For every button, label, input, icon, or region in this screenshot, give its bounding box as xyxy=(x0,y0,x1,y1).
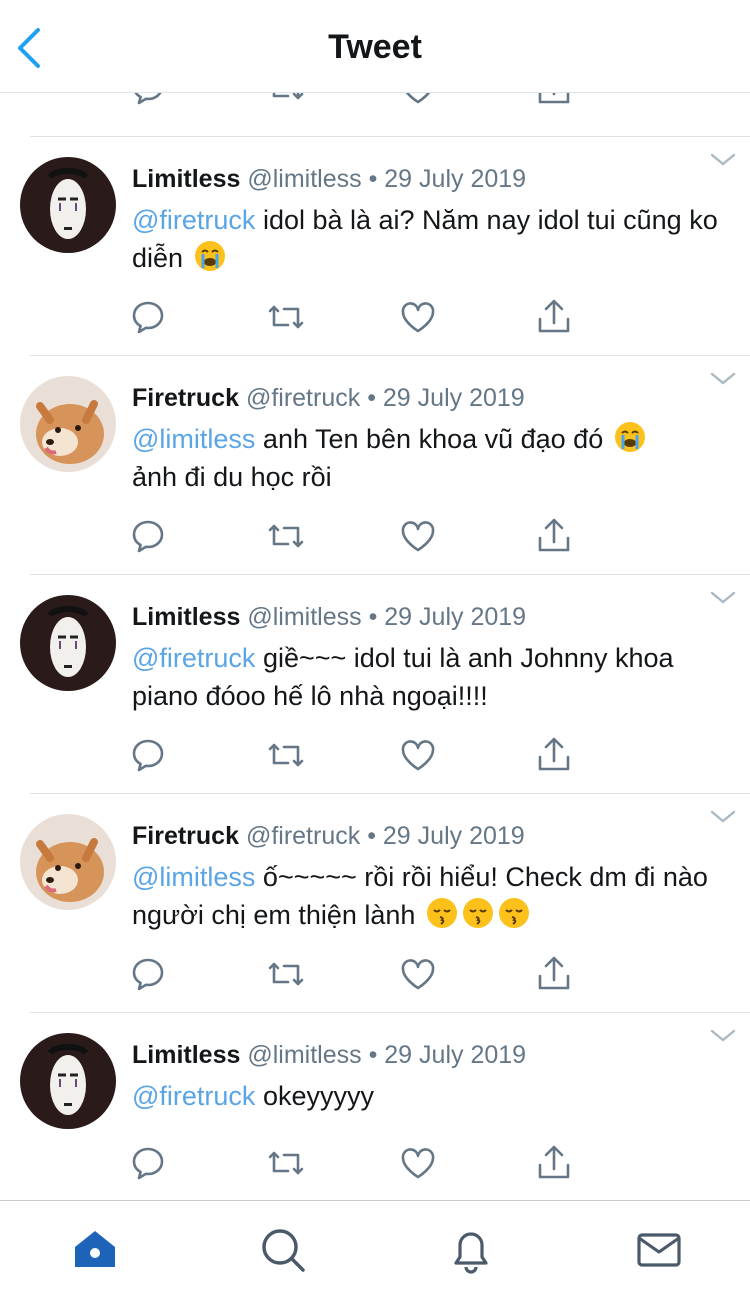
tweet-text: @limitless ố~~~~~ rồi rồi hiểu! Check dm… xyxy=(132,858,722,934)
like-icon[interactable] xyxy=(398,954,438,994)
page-title: Tweet xyxy=(328,28,422,66)
mention-link[interactable]: @limitless xyxy=(132,862,255,892)
bottom-tab-bar xyxy=(0,1200,750,1299)
search-icon[interactable] xyxy=(258,1225,308,1275)
reply-icon[interactable] xyxy=(128,297,168,337)
tweet-actions xyxy=(128,954,588,994)
chevron-down-icon[interactable] xyxy=(710,1029,736,1043)
retweet-icon[interactable] xyxy=(266,1143,306,1183)
tweet-text: @limitless anh Ten bên khoa vũ đạo đó ản… xyxy=(132,420,722,496)
tweet-actions xyxy=(128,297,588,337)
tweet-text: @firetruck idol bà là ai? Năm nay idol t… xyxy=(132,201,722,277)
author-handle[interactable]: @limitless xyxy=(247,1041,361,1069)
like-icon[interactable] xyxy=(398,735,438,775)
tweet-meta: Limitless @limitless • 29 July 2019 xyxy=(132,603,526,632)
tweet-meta: Limitless @limitless • 29 July 2019 xyxy=(132,1041,526,1070)
share-icon[interactable] xyxy=(534,1143,574,1183)
tweet-body-line2: ảnh đi du học rồi xyxy=(132,462,332,492)
reply-feed: Limitless @limitless • 29 July 2019 @fir… xyxy=(0,136,750,1201)
tweet-date: 29 July 2019 xyxy=(384,603,527,631)
chevron-down-icon[interactable] xyxy=(710,810,736,824)
author-name[interactable]: Limitless xyxy=(132,603,240,631)
mention-link[interactable]: @limitless xyxy=(132,424,255,454)
tweet-date: 29 July 2019 xyxy=(382,822,525,850)
mask-avatar[interactable] xyxy=(20,1033,116,1129)
tweet-date: 29 July 2019 xyxy=(384,165,527,193)
loudly-crying-face-icon xyxy=(614,422,645,452)
author-handle[interactable]: @firetruck xyxy=(246,384,360,412)
author-handle[interactable]: @limitless xyxy=(247,165,361,193)
separator-dot: • xyxy=(367,822,376,850)
tweet-actions xyxy=(128,1143,588,1183)
home-icon[interactable] xyxy=(70,1225,120,1275)
tweet[interactable]: Limitless @limitless • 29 July 2019 @fir… xyxy=(20,1012,750,1201)
tweet-meta: Limitless @limitless • 29 July 2019 xyxy=(132,165,526,194)
share-icon[interactable] xyxy=(534,735,574,775)
tweet-actions xyxy=(128,516,588,556)
chevron-down-icon[interactable] xyxy=(710,372,736,386)
separator-dot: • xyxy=(368,1041,378,1069)
separator-dot: • xyxy=(367,384,376,412)
like-icon[interactable] xyxy=(398,516,438,556)
like-icon[interactable] xyxy=(398,1143,438,1183)
dog-avatar[interactable] xyxy=(20,376,116,472)
kissing-face-icon xyxy=(498,898,529,928)
share-icon[interactable] xyxy=(534,516,574,556)
mask-avatar[interactable] xyxy=(20,157,116,253)
reply-icon[interactable] xyxy=(128,735,168,775)
bell-icon[interactable] xyxy=(446,1225,496,1275)
share-icon[interactable] xyxy=(534,297,574,337)
tweet[interactable]: Firetruck @firetruck • 29 July 2019 @lim… xyxy=(20,793,750,1012)
like-icon[interactable] xyxy=(398,297,438,337)
tweet-meta: Firetruck @firetruck • 29 July 2019 xyxy=(132,384,525,413)
retweet-icon[interactable] xyxy=(266,297,306,337)
tweet[interactable]: Limitless @limitless • 29 July 2019 @fir… xyxy=(20,136,750,355)
loudly-crying-face-icon xyxy=(194,241,225,271)
separator-dot: • xyxy=(368,603,378,631)
mask-avatar[interactable] xyxy=(20,595,116,691)
retweet-icon[interactable] xyxy=(266,516,306,556)
tweet-body: okeyyyyy xyxy=(255,1081,374,1111)
author-handle[interactable]: @firetruck xyxy=(246,822,360,850)
dog-avatar[interactable] xyxy=(20,814,116,910)
mention-link[interactable]: @firetruck xyxy=(132,1081,255,1111)
top-bar: Tweet xyxy=(0,0,750,93)
retweet-icon[interactable] xyxy=(266,735,306,775)
reply-icon[interactable] xyxy=(128,516,168,556)
tweet-date: 29 July 2019 xyxy=(382,384,525,412)
separator-dot: • xyxy=(368,165,378,193)
kissing-face-icon xyxy=(426,898,457,928)
chevron-down-icon[interactable] xyxy=(710,591,736,605)
author-name[interactable]: Limitless xyxy=(132,1041,240,1069)
share-icon[interactable] xyxy=(534,954,574,994)
tweet-body: anh Ten bên khoa vũ đạo đó xyxy=(255,424,611,454)
author-name[interactable]: Limitless xyxy=(132,165,240,193)
author-name[interactable]: Firetruck xyxy=(132,822,239,850)
kissing-face-icon xyxy=(462,898,493,928)
author-handle[interactable]: @limitless xyxy=(247,603,361,631)
mention-link[interactable]: @firetruck xyxy=(132,205,255,235)
tweet[interactable]: Firetruck @firetruck • 29 July 2019 @lim… xyxy=(20,355,750,574)
chevron-down-icon[interactable] xyxy=(710,153,736,167)
tweet[interactable]: Limitless @limitless • 29 July 2019 @fir… xyxy=(20,574,750,793)
author-name[interactable]: Firetruck xyxy=(132,384,239,412)
mail-icon[interactable] xyxy=(634,1225,684,1275)
retweet-icon[interactable] xyxy=(266,954,306,994)
tweet-actions xyxy=(128,735,588,775)
tweet-text: @firetruck okeyyyyy xyxy=(132,1077,722,1115)
tweet-date: 29 July 2019 xyxy=(384,1041,527,1069)
mention-link[interactable]: @firetruck xyxy=(132,643,255,673)
tweet-meta: Firetruck @firetruck • 29 July 2019 xyxy=(132,822,525,851)
reply-icon[interactable] xyxy=(128,954,168,994)
reply-icon[interactable] xyxy=(128,1143,168,1183)
tweet-text: @firetruck giề~~~ idol tui là anh Johnny… xyxy=(132,639,722,715)
